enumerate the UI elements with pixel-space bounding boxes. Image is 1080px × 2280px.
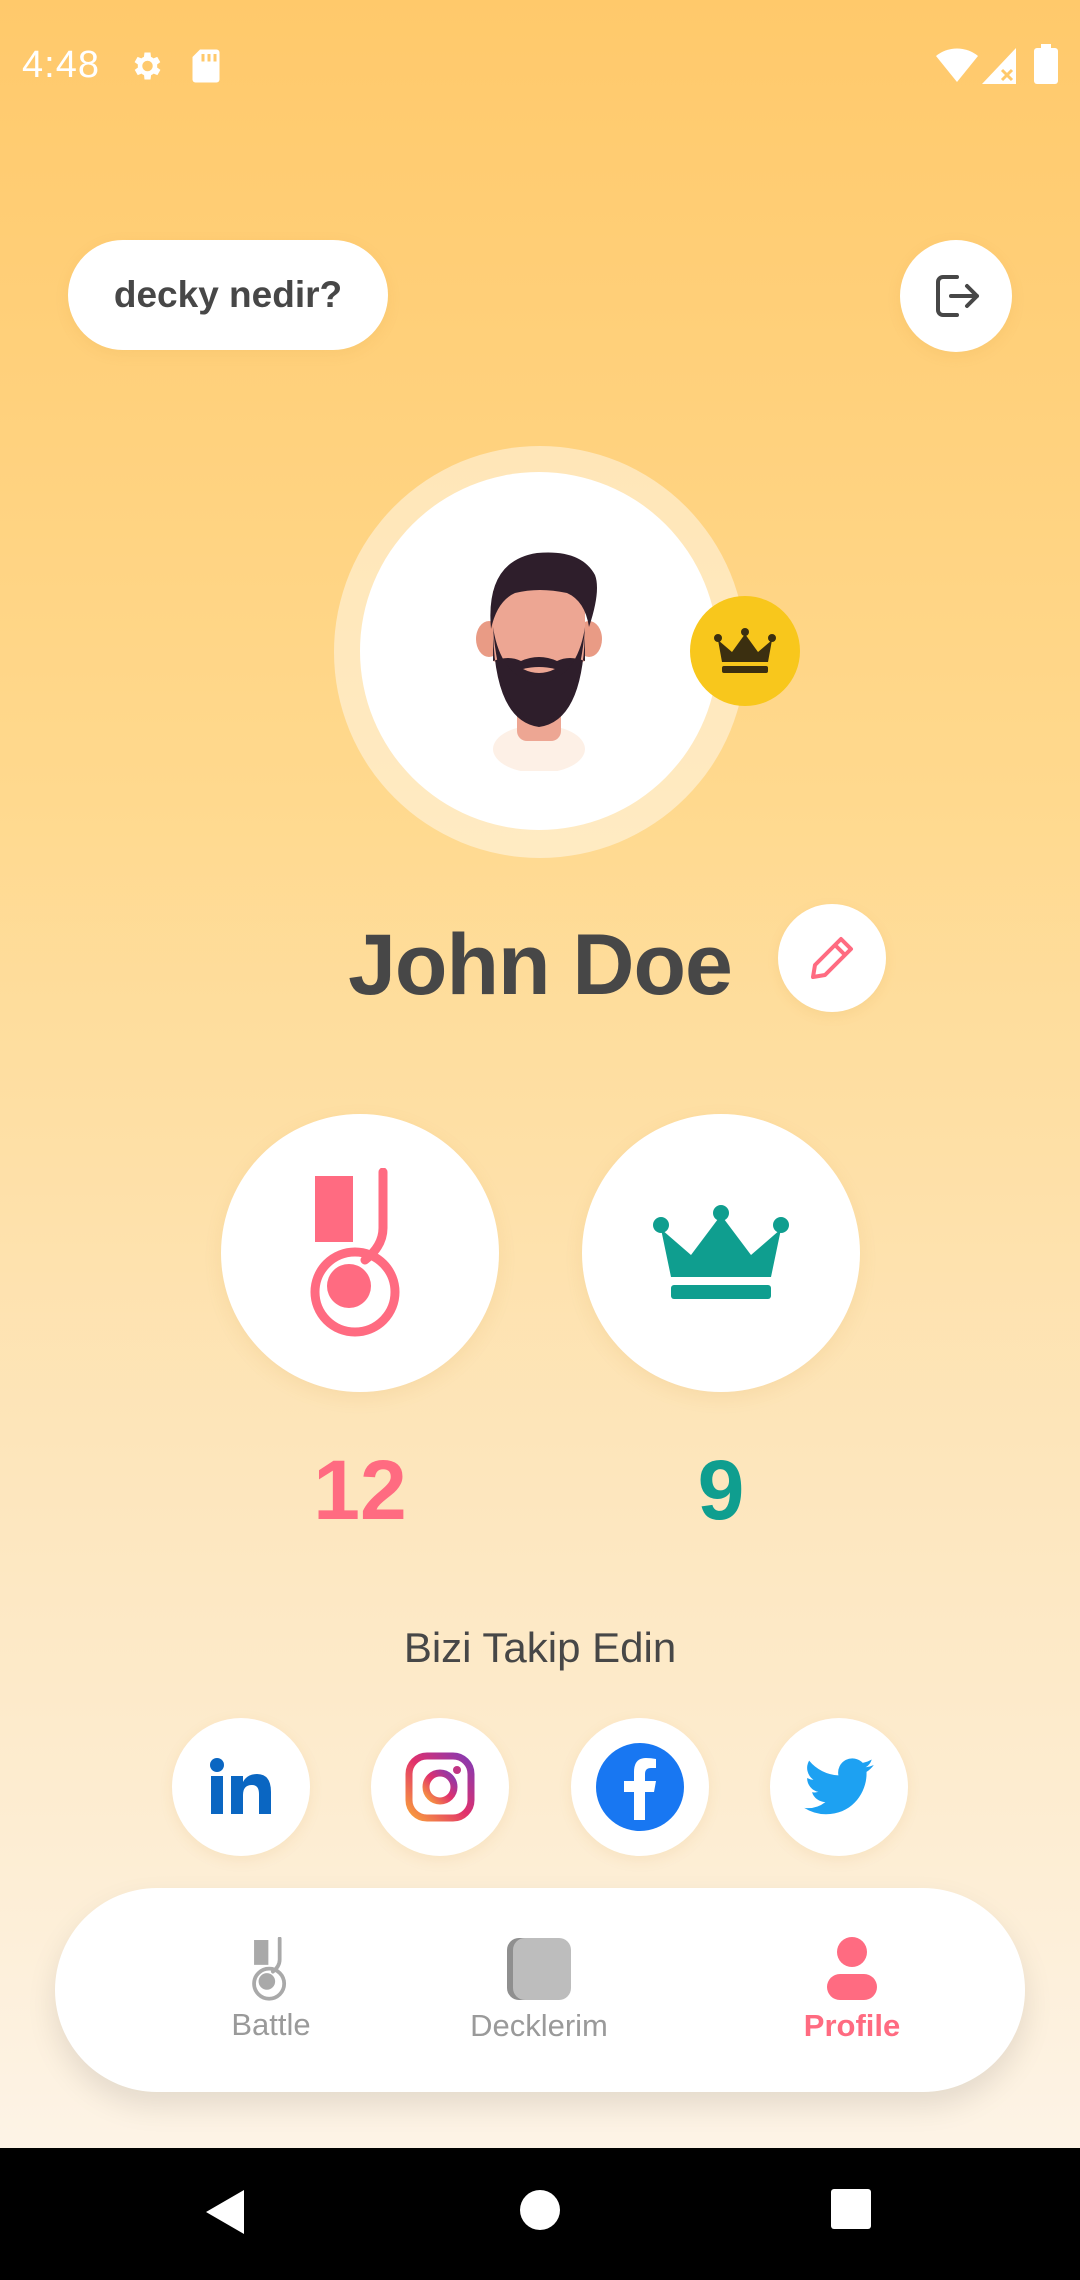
nav-label-profile: Profile <box>803 2008 901 2043</box>
nav-label-decklerim: Decklerim <box>470 2008 608 2043</box>
battles-stat <box>221 1114 499 1392</box>
nav-item-battle[interactable]: Battle <box>141 1888 401 2092</box>
battery-icon <box>1034 44 1058 89</box>
bottom-nav: Battle Decklerim Profile <box>55 1888 1025 2092</box>
nav-label-battle: Battle <box>231 2007 311 2042</box>
logout-icon <box>936 275 979 317</box>
linkedin-button[interactable] <box>172 1718 310 1856</box>
wins-stat <box>582 1114 860 1392</box>
back-icon[interactable] <box>204 2188 246 2241</box>
instagram-icon <box>405 1752 475 1822</box>
home-icon[interactable] <box>518 2188 562 2237</box>
follow-title: Bizi Takip Edin <box>403 1624 677 1671</box>
cards-icon <box>507 1938 571 2000</box>
twitter-icon <box>804 1758 874 1815</box>
what-is-decky-button[interactable]: decky nedir? <box>68 240 388 350</box>
crown-icon <box>653 1205 789 1299</box>
pencil-icon <box>811 937 853 979</box>
cell-signal-icon <box>982 48 1018 89</box>
medal-icon <box>310 1168 400 1337</box>
wins-count: 9 <box>697 1443 745 1537</box>
status-bar: 4:48 <box>0 0 1080 135</box>
recents-icon[interactable] <box>830 2188 872 2235</box>
facebook-icon <box>596 1743 684 1831</box>
crown-badge <box>690 596 800 706</box>
user-name: John Doe <box>348 917 733 1013</box>
medal-icon <box>252 1937 287 2001</box>
status-time: 4:48 <box>22 44 100 86</box>
edit-name-button[interactable] <box>778 904 886 1012</box>
linkedin-icon <box>210 1758 271 1814</box>
wifi-icon <box>936 48 978 89</box>
crown-icon <box>714 628 776 673</box>
logout-button[interactable] <box>900 240 1012 352</box>
avatar <box>360 472 718 830</box>
sd-card-icon <box>190 48 222 89</box>
user-icon <box>827 1937 877 2000</box>
bearded-man-avatar <box>476 552 602 771</box>
nav-item-profile[interactable]: Profile <box>722 1888 982 2092</box>
instagram-button[interactable] <box>371 1718 509 1856</box>
system-nav-bar <box>0 2148 1080 2280</box>
gear-icon <box>128 48 164 89</box>
facebook-button[interactable] <box>571 1718 709 1856</box>
nav-item-decklerim[interactable]: Decklerim <box>409 1888 669 2092</box>
battles-count: 12 <box>313 1443 407 1537</box>
twitter-button[interactable] <box>770 1718 908 1856</box>
